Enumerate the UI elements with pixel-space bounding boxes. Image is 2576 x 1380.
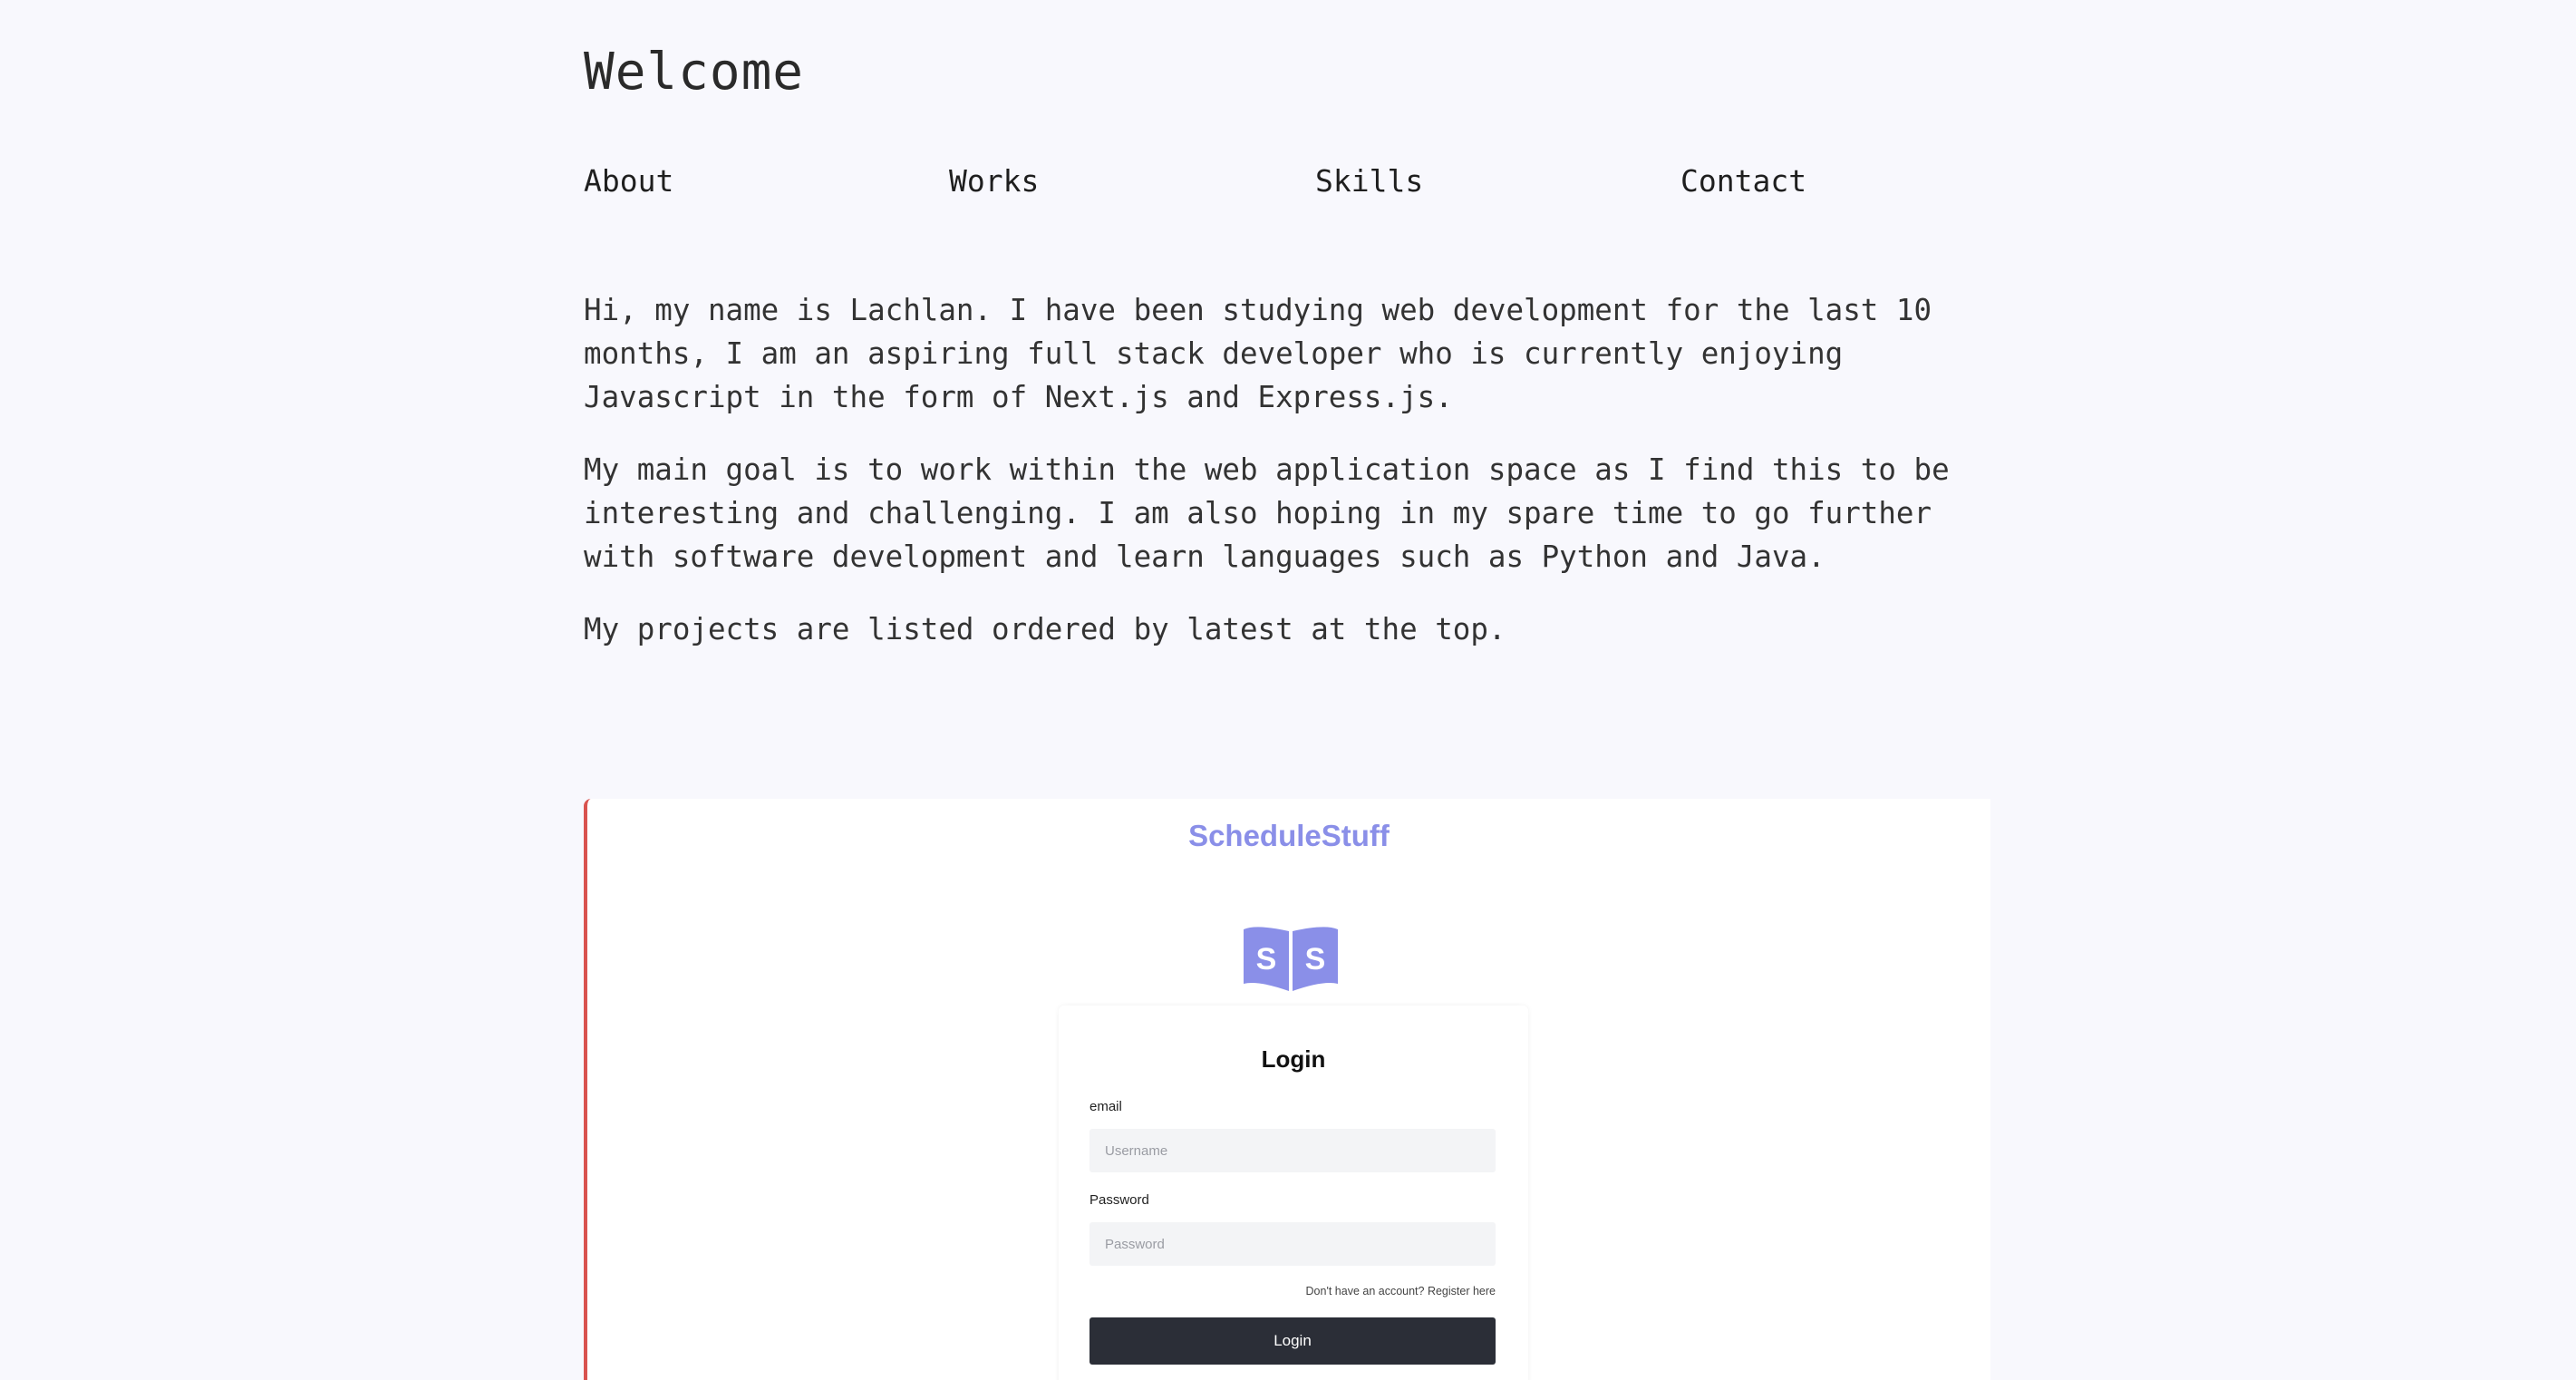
nav-item-about[interactable]: About	[584, 160, 673, 203]
nav-item-works[interactable]: Works	[949, 160, 1039, 203]
password-label: Password	[1089, 1192, 1149, 1208]
main-nav: About Works Skills Contact	[584, 160, 1992, 203]
password-field[interactable]	[1089, 1222, 1496, 1266]
goal-paragraph: My main goal is to work within the web a…	[584, 452, 1950, 574]
login-button[interactable]: Login	[1089, 1317, 1496, 1365]
nav-item-skills[interactable]: Skills	[1315, 160, 1423, 203]
logo-letter-right: S	[1305, 942, 1326, 977]
email-field[interactable]	[1089, 1129, 1496, 1172]
logo-letter-left: S	[1256, 942, 1277, 977]
project-card-schedulestuff[interactable]: ScheduleStuff S S Login email Password D…	[584, 799, 1990, 1380]
about-section: Hi, my name is Lachlan. I have been stud…	[584, 288, 1971, 680]
email-label: email	[1089, 1099, 1122, 1114]
register-link[interactable]: Don't have an account? Register here	[1306, 1285, 1496, 1297]
project-brand-title: ScheduleStuff	[1188, 819, 1390, 852]
intro-paragraph: Hi, my name is Lachlan. I have been stud…	[584, 293, 1932, 414]
projects-note-paragraph: My projects are listed ordered by latest…	[584, 612, 1506, 646]
book-logo-icon: S S	[1244, 927, 1338, 991]
page-title: Welcome	[584, 43, 805, 102]
nav-item-contact[interactable]: Contact	[1680, 160, 1806, 203]
login-title: Login	[1261, 1045, 1326, 1073]
login-form: Login email Password Don't have an accou…	[1059, 1006, 1528, 1380]
